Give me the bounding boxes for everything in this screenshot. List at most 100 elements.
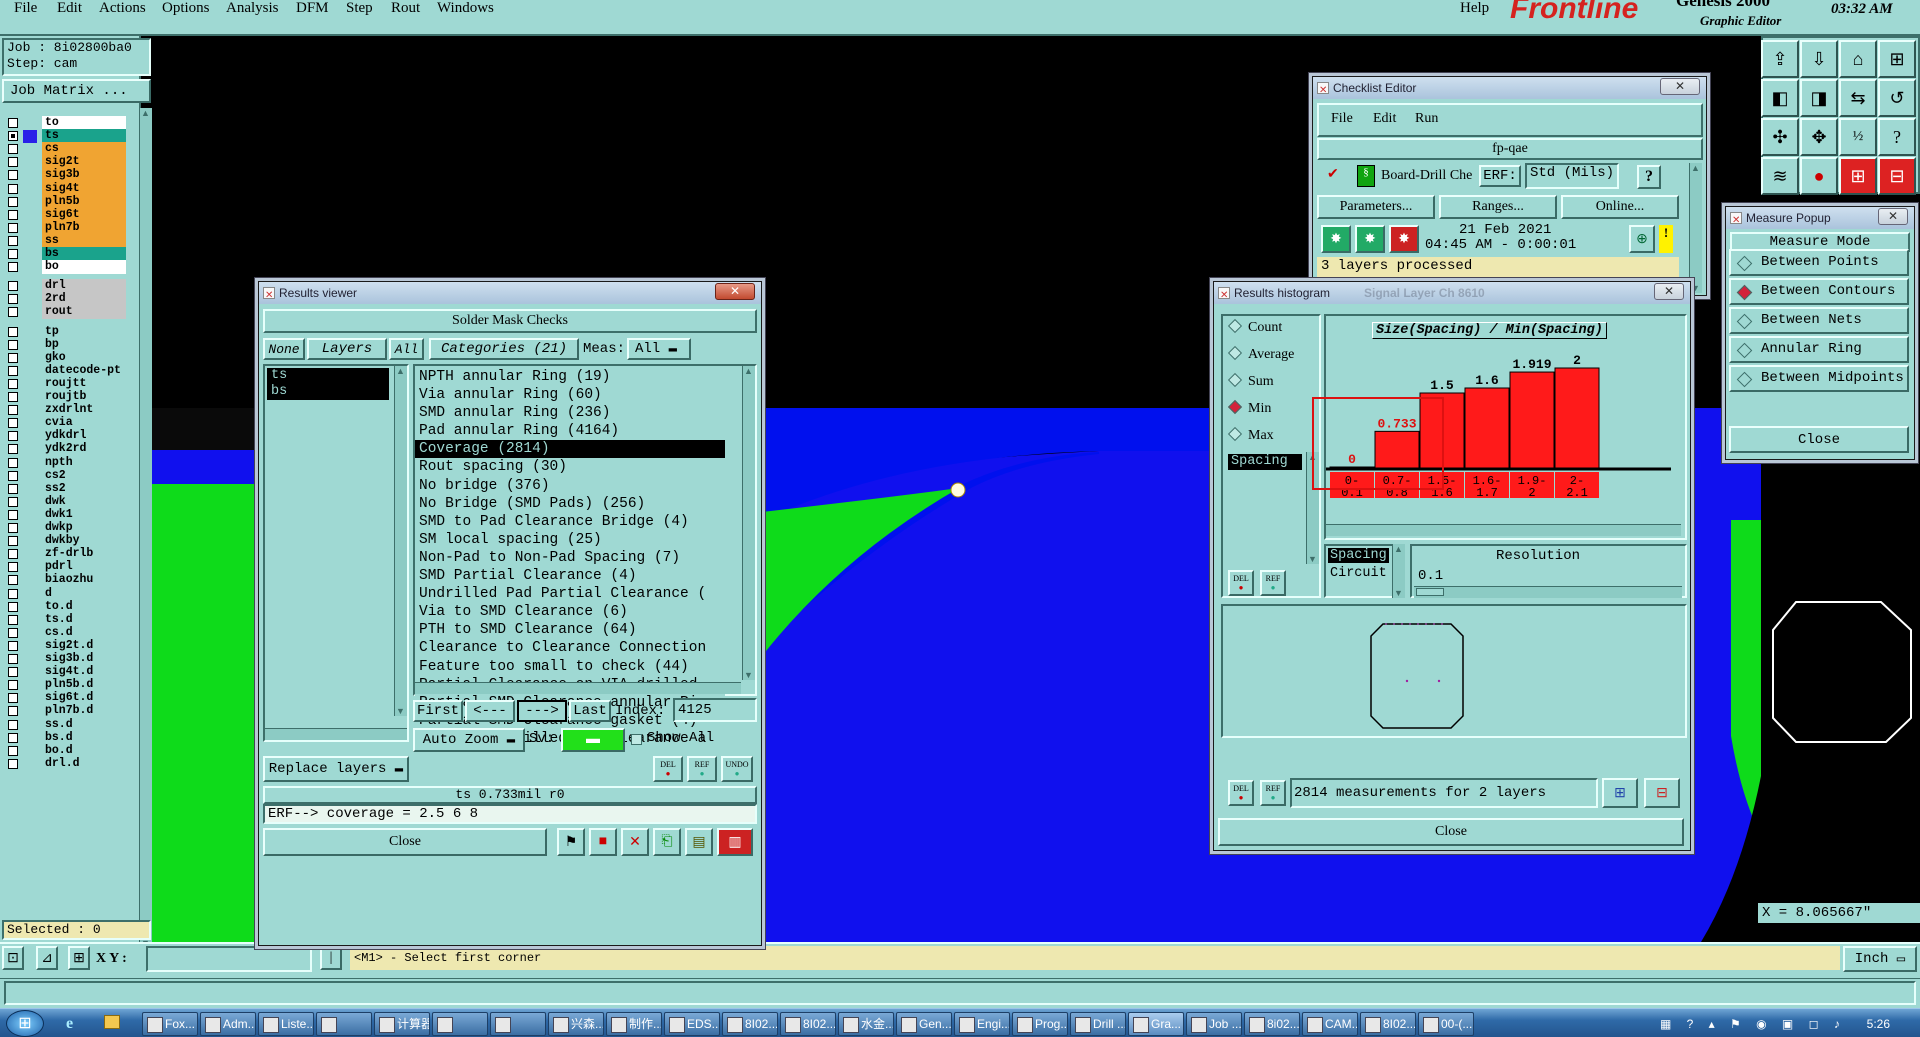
categories-button[interactable]: Categories (21) bbox=[429, 338, 579, 360]
layer-display-swatch[interactable] bbox=[23, 306, 37, 320]
layer-affected-checkbox[interactable] bbox=[8, 732, 18, 743]
layer-name[interactable]: cvia bbox=[42, 416, 126, 431]
layer-display-swatch[interactable] bbox=[23, 117, 37, 130]
layer-display-swatch[interactable] bbox=[23, 666, 37, 680]
xy-input[interactable] bbox=[146, 946, 312, 972]
check-item[interactable]: No bridge (376) bbox=[415, 477, 725, 495]
layer-affected-checkbox[interactable] bbox=[8, 352, 18, 363]
auto-zoom-select[interactable]: Auto Zoom ▬ bbox=[413, 728, 525, 752]
first-button[interactable]: First bbox=[413, 700, 463, 722]
menu-analysis[interactable]: Analysis bbox=[226, 0, 279, 17]
zoom-icon[interactable]: ✥ bbox=[1800, 118, 1838, 156]
check-item[interactable]: PTH to SMD Clearance (64) bbox=[415, 621, 725, 639]
swap-icon[interactable]: ⇆ bbox=[1839, 79, 1877, 117]
taskbar-item[interactable] bbox=[316, 1012, 372, 1036]
layer-affected-checkbox[interactable] bbox=[8, 470, 18, 481]
layer-display-swatch[interactable] bbox=[23, 561, 37, 575]
layer-name[interactable]: ss2 bbox=[42, 481, 126, 496]
layer-name[interactable]: cs.d bbox=[42, 625, 126, 640]
layer-display-swatch[interactable] bbox=[23, 430, 37, 444]
layer-affected-checkbox[interactable] bbox=[8, 294, 18, 305]
layer-name[interactable]: ydkdrl bbox=[42, 429, 126, 444]
layer-display-swatch[interactable] bbox=[23, 639, 37, 653]
taskbar-item[interactable]: EDS... bbox=[664, 1012, 720, 1036]
layer-display-swatch[interactable] bbox=[23, 182, 37, 196]
taskbar-item[interactable]: Fox... bbox=[142, 1012, 198, 1036]
histogram-close-button[interactable]: Close bbox=[1218, 818, 1684, 846]
histogram-bar[interactable] bbox=[1464, 387, 1510, 469]
check-item[interactable]: Coverage (2814) bbox=[415, 440, 725, 459]
layer-name[interactable]: roujtb bbox=[42, 390, 126, 404]
spacing-scrollbar[interactable] bbox=[1392, 544, 1405, 598]
layer-display-swatch[interactable] bbox=[23, 293, 37, 307]
half-zoom-icon[interactable]: ½ bbox=[1839, 118, 1877, 156]
record-icon[interactable]: ■ bbox=[589, 828, 617, 856]
sv-color-select[interactable]: ▬ bbox=[561, 728, 625, 752]
layer-list-scrollbar[interactable] bbox=[139, 108, 152, 948]
run-check-icon[interactable]: ✸ bbox=[1321, 225, 1351, 253]
layer-display-swatch[interactable] bbox=[23, 351, 37, 365]
layer-affected-checkbox[interactable] bbox=[8, 157, 18, 168]
layer-row[interactable]: bo bbox=[6, 260, 126, 275]
checklist-help-button[interactable]: ? bbox=[1637, 165, 1661, 189]
between-points-button[interactable]: Between Points bbox=[1729, 249, 1909, 276]
snap-icon[interactable]: ● bbox=[1800, 157, 1838, 195]
layer-name[interactable]: pdrl bbox=[42, 560, 126, 575]
layer-display-swatch[interactable] bbox=[23, 377, 37, 391]
layer-display-swatch[interactable] bbox=[23, 443, 37, 457]
layer-name[interactable]: ts bbox=[42, 129, 126, 144]
taskbar-item[interactable]: 8I02... bbox=[1360, 1012, 1416, 1036]
layer-display-swatch[interactable] bbox=[23, 757, 37, 771]
layer-affected-checkbox[interactable] bbox=[8, 131, 18, 142]
delete-marks-icon[interactable]: ✕ bbox=[621, 828, 649, 856]
layer-affected-checkbox[interactable] bbox=[8, 745, 18, 756]
refresh-icon[interactable]: ↺ bbox=[1878, 79, 1916, 117]
check-item[interactable]: Non-Pad to Non-Pad Spacing (7) bbox=[415, 549, 725, 567]
layer-display-swatch[interactable] bbox=[23, 587, 37, 601]
checklist-menu-file[interactable]: File bbox=[1331, 111, 1353, 127]
layer-affected-checkbox[interactable] bbox=[8, 144, 18, 155]
layer-display-swatch[interactable] bbox=[23, 143, 37, 157]
results-del-button[interactable]: DEL ● bbox=[653, 756, 683, 782]
pan-left-icon[interactable]: ◧ bbox=[1761, 79, 1799, 117]
check-item[interactable]: SMD to Pad Clearance Bridge (4) bbox=[415, 513, 725, 531]
layer-affected-checkbox[interactable] bbox=[8, 654, 18, 664]
erf-button[interactable]: ERF: bbox=[1479, 165, 1521, 187]
check-item[interactable]: Via to SMD Clearance (6) bbox=[415, 603, 725, 621]
menu-rout[interactable]: Rout bbox=[391, 0, 420, 17]
layer-affected-checkbox[interactable] bbox=[8, 405, 18, 416]
layer-display-swatch[interactable] bbox=[23, 456, 37, 470]
layer-display-swatch[interactable] bbox=[23, 391, 37, 404]
layer-affected-checkbox[interactable] bbox=[8, 235, 18, 246]
mode-sum[interactable]: Sum bbox=[1227, 372, 1274, 390]
taskbar-item[interactable]: Drill ... bbox=[1070, 1012, 1126, 1036]
layer-display-swatch[interactable] bbox=[23, 495, 37, 509]
run-selected-icon[interactable]: ✸ bbox=[1389, 225, 1419, 253]
layer-affected-checkbox[interactable] bbox=[8, 601, 18, 612]
layer-name[interactable]: dwkby bbox=[42, 534, 126, 549]
layer-display-swatch[interactable] bbox=[23, 156, 37, 170]
save-icon[interactable]: ⇩ bbox=[1800, 40, 1838, 78]
layer-name[interactable]: drl bbox=[42, 279, 126, 294]
layer-display-swatch[interactable] bbox=[23, 130, 37, 144]
layer-display-swatch[interactable] bbox=[23, 469, 37, 483]
job-matrix-button[interactable]: Job Matrix ... bbox=[2, 79, 151, 103]
replace-layers-select[interactable]: Replace layers ▬ bbox=[263, 756, 409, 782]
histogram-bar[interactable] bbox=[1509, 371, 1555, 469]
menu-file[interactable]: File bbox=[14, 0, 37, 17]
ranges-button[interactable]: Ranges... bbox=[1439, 195, 1557, 219]
layer-name[interactable]: sig3b bbox=[42, 168, 126, 183]
taskbar-item[interactable]: 兴森... bbox=[548, 1012, 604, 1036]
layer-affected-checkbox[interactable] bbox=[8, 209, 18, 220]
prev-button[interactable]: <--- bbox=[465, 700, 515, 722]
layer-list-vscroll[interactable] bbox=[394, 366, 407, 716]
grid-tool-icon[interactable]: ⊞ bbox=[68, 946, 90, 970]
checklist-menu-run[interactable]: Run bbox=[1415, 111, 1438, 127]
mode-average[interactable]: Average bbox=[1227, 345, 1294, 363]
layer-affected-checkbox[interactable] bbox=[8, 693, 18, 704]
check-item[interactable]: SMD annular Ring (236) bbox=[415, 404, 725, 422]
layer-display-swatch[interactable] bbox=[23, 600, 37, 614]
layer-name[interactable]: bp bbox=[42, 337, 126, 352]
layer-display-swatch[interactable] bbox=[23, 548, 37, 562]
home-icon[interactable]: ⌂ bbox=[1839, 40, 1877, 78]
